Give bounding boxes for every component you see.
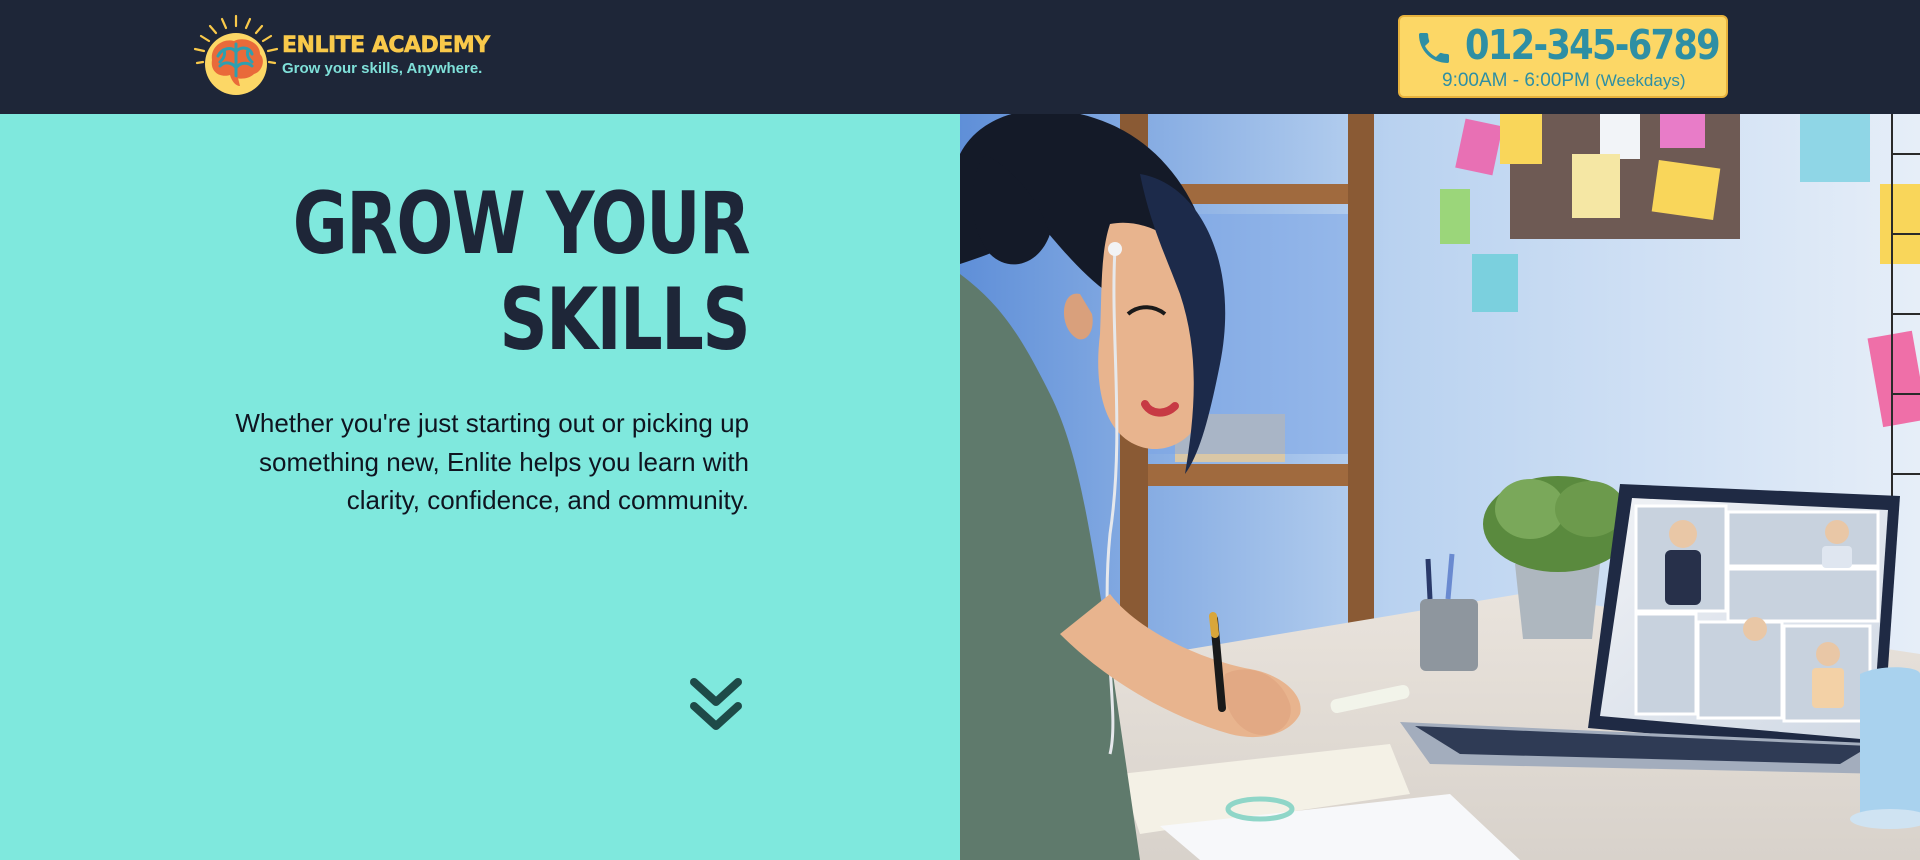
hero-headline-line-2: SKILLS [499,270,750,370]
business-hours-days: (Weekdays) [1595,71,1686,90]
hero-text-panel: GROW YOUR SKILLS Whether you're just sta… [0,114,960,860]
brain-sun-icon [193,14,279,95]
phone-number: 012-345-6789 [1465,21,1721,69]
site-header: ENLITE ACADEMY Grow your skills, Anywher… [0,0,1920,114]
hero-headline-line-1: GROW YOUR [292,174,751,274]
hero-subtext: Whether you're just starting out or pick… [235,408,749,515]
brand-tagline: Grow your skills, Anywhere. [282,60,483,77]
call-phone-button[interactable]: 012-345-6789 9:00AM - 6:00PM (Weekdays) [1398,15,1728,98]
brand-text: ENLITE ACADEMY Grow your skills, Anywher… [282,33,491,78]
business-hours-time: 9:00AM - 6:00PM [1442,70,1590,91]
hero-headline: GROW YOUR SKILLS [292,174,751,370]
business-hours: 9:00AM - 6:00PM (Weekdays) [1442,69,1686,93]
brand-name: ENLITE ACADEMY [282,33,491,58]
woman-taking-notes-during-video-call-photo [960,114,1920,860]
double-chevron-down-icon[interactable] [688,676,744,736]
hero-image [960,114,1920,860]
phone-icon [1419,33,1449,63]
brand-home-link[interactable]: ENLITE ACADEMY Grow your skills, Anywher… [190,14,490,98]
